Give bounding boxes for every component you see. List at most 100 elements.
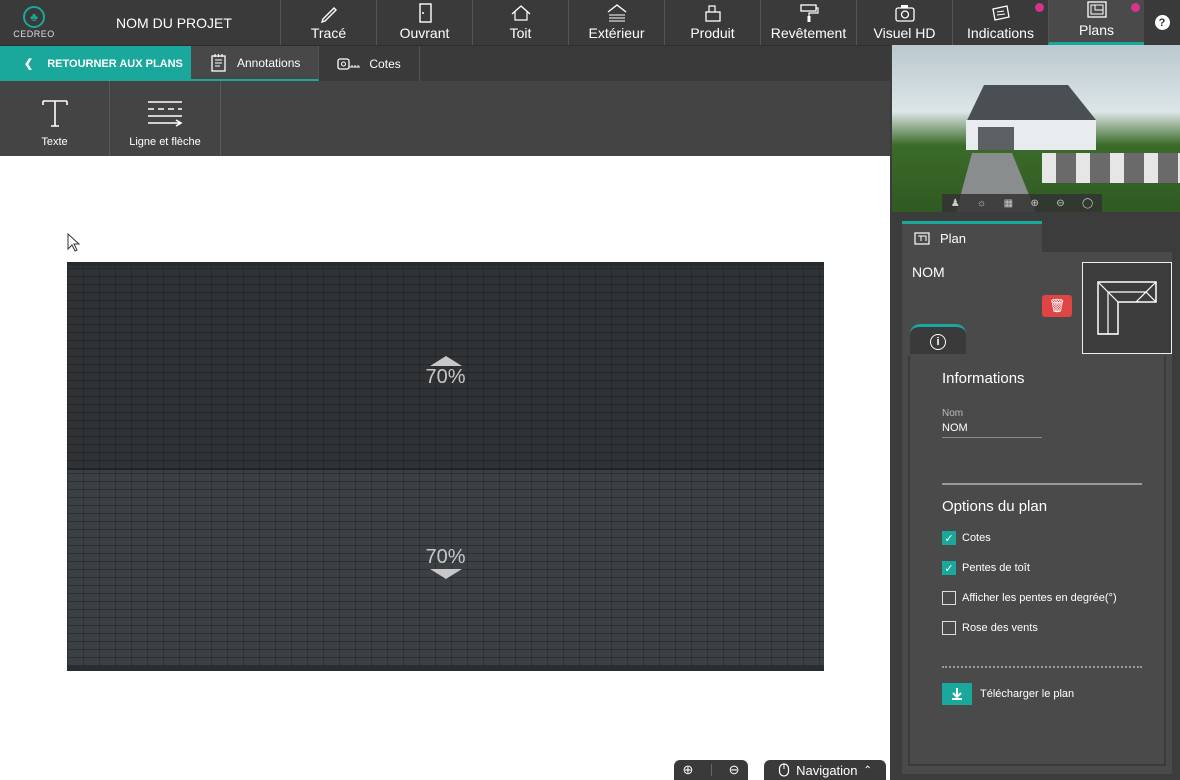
tab-label: Annotations: [237, 55, 301, 70]
divider: [710, 764, 712, 776]
tab-visuel-hd[interactable]: Visuel HD: [856, 0, 952, 45]
slope-value: 70%: [425, 546, 466, 568]
tab-toit[interactable]: Toit: [472, 0, 568, 45]
roof-pan-top[interactable]: 70%: [67, 262, 824, 469]
tab-exterieur[interactable]: Extérieur: [568, 0, 664, 45]
mouse-icon[interactable]: ◯: [1082, 198, 1093, 209]
paint-roller-icon: [799, 4, 819, 22]
orbit-icon[interactable]: ☼: [977, 198, 986, 209]
tab-produit[interactable]: Produit: [664, 0, 760, 45]
help-button[interactable]: ?: [1144, 0, 1180, 45]
tab-indications[interactable]: Indications: [952, 0, 1048, 45]
mouse-cursor-icon: [67, 233, 81, 252]
cedreo-logo[interactable]: ♣ CEDREO: [0, 0, 68, 45]
checkbox[interactable]: [942, 591, 956, 605]
slope-indicator-top: 70%: [67, 356, 824, 389]
informations-title: Informations: [942, 370, 1025, 387]
tab-label: Indications: [967, 25, 1034, 41]
plan-canvas[interactable]: 70% 70%: [0, 156, 890, 780]
option-cotes[interactable]: ✓ Cotes: [942, 531, 991, 545]
plans-icon: [1086, 1, 1107, 18]
dotted-divider: [942, 666, 1142, 668]
tool-label: Ligne et flèche: [129, 136, 201, 148]
back-to-plans-button[interactable]: ❮ RETOURNER AUX PLANS: [0, 46, 191, 81]
tab-label: Revêtement: [770, 25, 847, 41]
indications-icon: [991, 5, 1010, 21]
informations-section: Informations Nom NOM Options du plan ✓ C…: [908, 356, 1166, 766]
option-pentes-en-degree[interactable]: Afficher les pentes en degrée(°): [942, 591, 1117, 605]
tab-plan[interactable]: Plan: [902, 221, 1042, 252]
zoom-in-icon[interactable]: ⊕: [683, 762, 694, 778]
download-icon: [942, 683, 972, 705]
navigation-mode-button[interactable]: Navigation ⌃: [764, 760, 886, 780]
delete-plan-button[interactable]: 🗑: [1042, 295, 1072, 317]
option-label: Afficher les pentes en degrée(°): [962, 592, 1117, 604]
line-arrow-tool[interactable]: Ligne et flèche: [110, 81, 221, 156]
option-rose-des-vents[interactable]: Rose des vents: [942, 621, 1038, 635]
fence-shape: [1042, 153, 1180, 183]
tab-trace[interactable]: Tracé: [280, 0, 376, 45]
name-field[interactable]: NOM: [942, 422, 1042, 438]
tab-label: Produit: [690, 25, 735, 41]
option-label: Rose des vents: [962, 622, 1038, 634]
pencil-icon: [320, 7, 337, 23]
checkbox[interactable]: ✓: [942, 531, 956, 545]
plan-thumbnail[interactable]: [1082, 262, 1172, 354]
exterior-icon: [607, 4, 626, 22]
checkbox[interactable]: [942, 621, 956, 635]
tab-revetement[interactable]: Revêtement: [760, 0, 856, 45]
product-icon: [704, 5, 721, 22]
checkbox[interactable]: ✓: [942, 561, 956, 575]
tab-ouvrant[interactable]: Ouvrant: [376, 0, 472, 45]
zoom-out-icon[interactable]: ⊖: [1056, 198, 1064, 209]
floorplan-icon[interactable]: ▦: [1004, 198, 1013, 209]
tab-label: Ouvrant: [399, 25, 450, 41]
garage-door-shape: [978, 127, 1014, 150]
sub-toolbar: ❮ RETOURNER AUX PLANS Annotations Cotes: [0, 45, 890, 81]
project-name[interactable]: NOM DU PROJET: [68, 0, 280, 45]
tab-label: Toit: [509, 25, 532, 41]
tab-label: Visuel HD: [873, 25, 936, 41]
annotation-tools: Texte Ligne et flèche: [0, 81, 890, 156]
option-label: Cotes: [962, 532, 991, 544]
camera-icon: [894, 5, 915, 22]
options-title: Options du plan: [942, 498, 1048, 515]
back-label: RETOURNER AUX PLANS: [47, 57, 183, 70]
tab-label: Plans: [1078, 22, 1115, 38]
tab-cotes[interactable]: Cotes: [319, 46, 420, 81]
option-label: Pentes de toît: [962, 562, 1030, 574]
app-root: ♣ CEDREO NOM DU PROJET Tracé Ouvrant Toi…: [0, 0, 1180, 780]
mouse-icon: [778, 763, 790, 777]
roof-icon: [511, 5, 530, 21]
notepad-icon: [211, 53, 226, 72]
house-roof-shape: [967, 85, 1096, 120]
help-icon: ?: [1154, 15, 1170, 30]
option-pentes-de-toit[interactable]: ✓ Pentes de toît: [942, 561, 1030, 575]
plan-shape-icon: [1097, 281, 1157, 335]
text-icon: [41, 100, 68, 127]
plan-panel: NOM 🗑 i Informations Nom NOM Options du …: [902, 252, 1172, 774]
tool-label: Texte: [41, 136, 68, 148]
plan-name-title: NOM: [912, 264, 945, 280]
tab-label: Tracé: [310, 25, 347, 41]
section-divider: [942, 483, 1142, 485]
slope-arrow-down-icon: [429, 569, 462, 579]
door-icon: [418, 3, 432, 23]
person-icon[interactable]: ♟: [951, 198, 960, 209]
text-tool[interactable]: Texte: [0, 81, 110, 156]
chevron-left-icon: ❮: [24, 58, 34, 70]
chevron-up-icon: ⌃: [863, 764, 872, 776]
slope-indicator-bottom: 70%: [67, 546, 824, 579]
tab-info[interactable]: i: [910, 324, 966, 354]
zoom-in-icon[interactable]: ⊕: [1030, 198, 1038, 209]
tab-plans[interactable]: Plans: [1048, 0, 1144, 45]
download-plan-button[interactable]: Télécharger le plan: [942, 683, 1074, 705]
zoom-out-icon[interactable]: ⊖: [729, 762, 740, 778]
right-panel: ♟ ☼ ▦ ⊕ ⊖ ◯ Plan NOM 🗑 i Informations No…: [890, 45, 1180, 780]
tab-label: Cotes: [369, 56, 401, 71]
tab-annotations[interactable]: Annotations: [191, 46, 320, 81]
3d-preview[interactable]: ♟ ☼ ▦ ⊕ ⊖ ◯: [892, 45, 1180, 212]
trash-icon: 🗑: [1048, 298, 1066, 313]
roof-pan-bottom[interactable]: 70%: [67, 469, 824, 671]
tape-measure-icon: [337, 57, 361, 70]
